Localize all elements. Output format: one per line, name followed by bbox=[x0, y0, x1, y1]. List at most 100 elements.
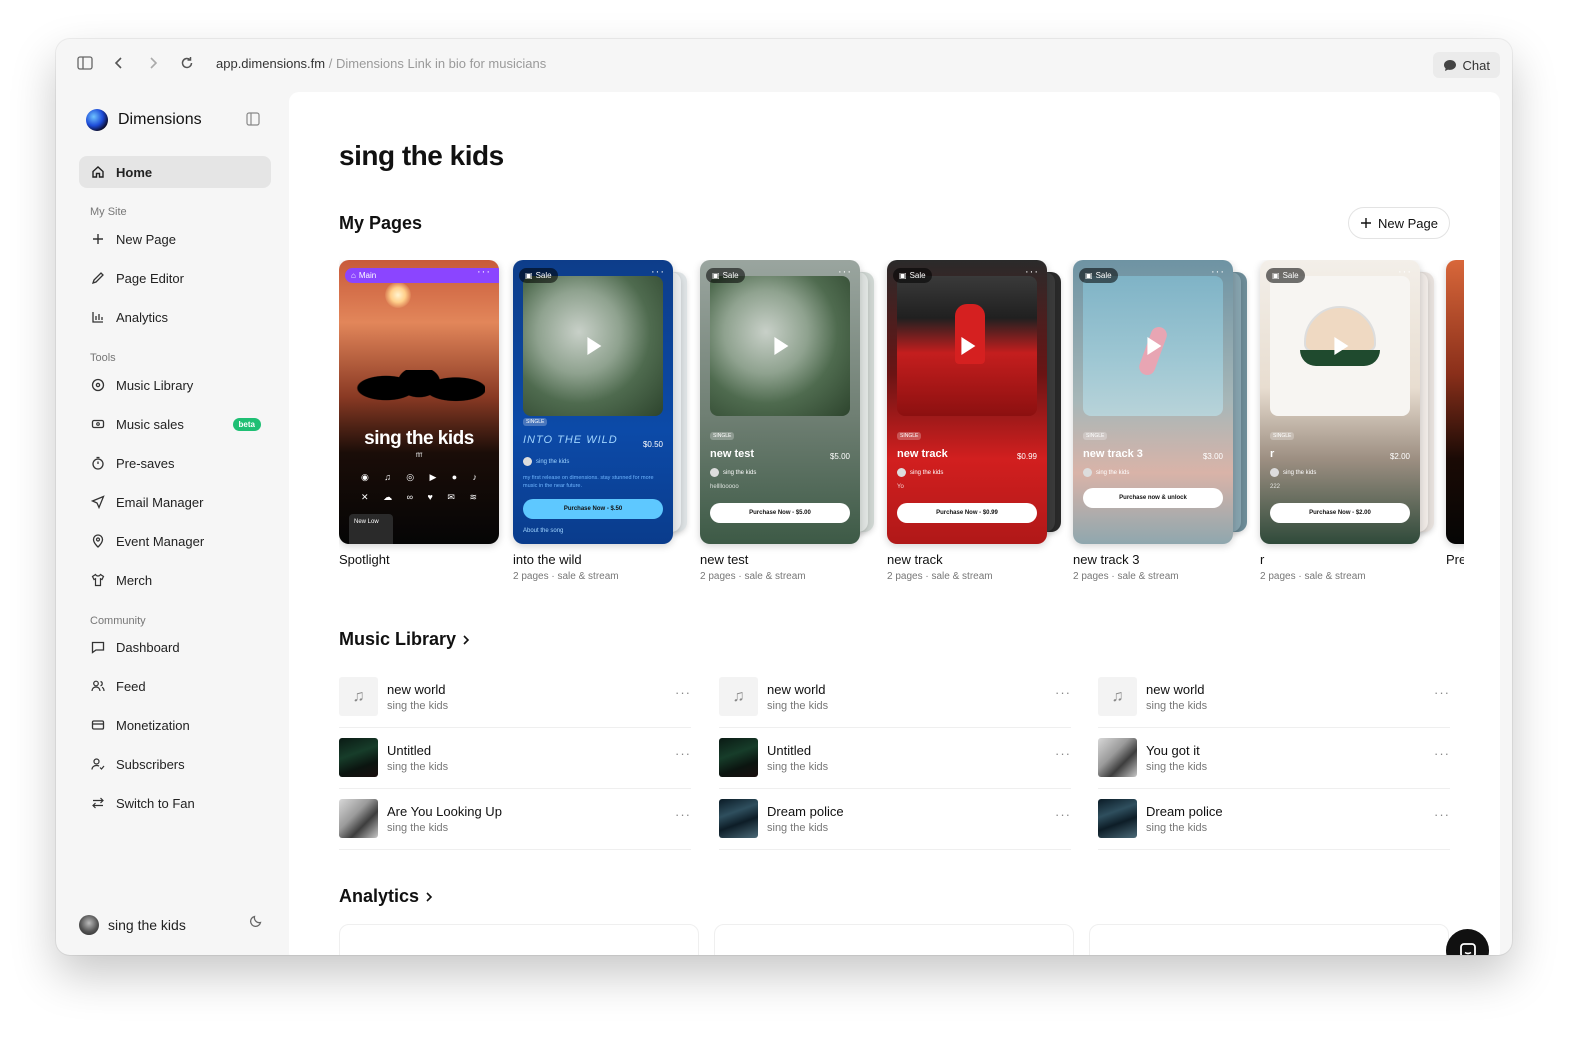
more-icon[interactable]: ··· bbox=[1434, 746, 1450, 761]
sidebar-item-music-library[interactable]: Music Library bbox=[79, 369, 271, 401]
page-card-meta: 2 pages · sale & stream bbox=[887, 571, 993, 582]
sidebar-item-subscribers[interactable]: Subscribers bbox=[79, 748, 271, 780]
sidebar-item-new-page[interactable]: New Page bbox=[79, 223, 271, 255]
audio-icon: ≋ bbox=[469, 492, 477, 502]
track-title: Untitled bbox=[767, 743, 812, 758]
reload-icon[interactable] bbox=[176, 52, 198, 74]
purchase-button[interactable]: Purchase Now - $2.00 bbox=[1270, 503, 1410, 523]
more-icon[interactable]: ··· bbox=[1055, 685, 1071, 700]
sidebar-toggle-icon[interactable] bbox=[74, 52, 96, 74]
list-item[interactable]: Dream police sing the kids ··· bbox=[719, 789, 1071, 850]
forward-icon[interactable] bbox=[142, 52, 164, 74]
collapse-sidebar-icon[interactable] bbox=[246, 112, 260, 131]
moon-icon[interactable] bbox=[249, 914, 263, 933]
sidebar-item-label: Merch bbox=[116, 572, 153, 588]
chat-bubble-icon bbox=[1443, 59, 1456, 71]
avatar bbox=[1270, 468, 1279, 477]
player-figure bbox=[955, 304, 985, 364]
release-description: Yo bbox=[897, 484, 904, 490]
social-icons-row-1: ◉ ♫ ◎ ▶ ● ♪ bbox=[361, 472, 477, 483]
analytics-heading[interactable]: Analytics bbox=[339, 886, 433, 907]
sidebar-item-merch[interactable]: Merch bbox=[79, 564, 271, 596]
page-card-meta: 2 pages · sale & stream bbox=[1260, 571, 1366, 582]
timer-icon bbox=[92, 456, 104, 470]
back-icon[interactable] bbox=[108, 52, 130, 74]
list-item[interactable]: ♫ new world sing the kids ··· bbox=[719, 667, 1071, 728]
more-icon[interactable]: ··· bbox=[675, 746, 691, 761]
list-item[interactable]: Dream police sing the kids ··· bbox=[1098, 789, 1450, 850]
address-bar[interactable]: app.dimensions.fm / Dimensions Link in b… bbox=[216, 56, 546, 71]
sidebar-item-switch-to-fan[interactable]: Switch to Fan bbox=[79, 787, 271, 819]
about-song-link[interactable]: About the song bbox=[523, 528, 563, 534]
chat-button[interactable]: Chat bbox=[1432, 52, 1500, 78]
brand[interactable]: Dimensions bbox=[86, 109, 202, 131]
more-icon[interactable]: ··· bbox=[1398, 266, 1412, 278]
more-icon[interactable]: ··· bbox=[675, 807, 691, 822]
play-icon[interactable] bbox=[961, 337, 976, 355]
purchase-button[interactable]: Purchase now & unlock bbox=[1083, 488, 1223, 508]
more-icon[interactable]: ··· bbox=[1434, 685, 1450, 700]
track-artwork bbox=[339, 738, 378, 777]
single-label: SINGLE bbox=[897, 432, 922, 440]
avatar bbox=[523, 457, 532, 466]
analytics-card[interactable] bbox=[714, 924, 1074, 955]
sidebar-item-page-editor[interactable]: Page Editor bbox=[79, 262, 271, 294]
shirt-icon bbox=[91, 573, 105, 587]
sidebar-item-monetization[interactable]: Monetization bbox=[79, 709, 271, 741]
more-icon[interactable]: ··· bbox=[838, 266, 852, 278]
list-item[interactable]: Are You Looking Up sing the kids ··· bbox=[339, 789, 691, 850]
sidebar-item-pre-saves[interactable]: Pre-saves bbox=[79, 447, 271, 479]
list-item[interactable]: Untitled sing the kids ··· bbox=[339, 728, 691, 789]
disc-icon bbox=[91, 378, 105, 392]
play-icon[interactable] bbox=[774, 337, 789, 355]
new-page-button[interactable]: New Page bbox=[1348, 207, 1450, 239]
release-artist: sing the kids bbox=[710, 468, 756, 477]
release-price: $3.00 bbox=[1202, 452, 1223, 461]
profile-button[interactable]: sing the kids bbox=[79, 915, 186, 935]
purchase-button[interactable]: Purchase Now - $0.99 bbox=[897, 503, 1037, 523]
sidebar-item-home[interactable]: Home bbox=[79, 156, 271, 188]
track-title: Dream police bbox=[767, 804, 844, 819]
more-icon[interactable]: ··· bbox=[1055, 807, 1071, 822]
play-icon[interactable] bbox=[1147, 337, 1162, 355]
browser-window: app.dimensions.fm / Dimensions Link in b… bbox=[56, 39, 1512, 955]
more-icon[interactable]: ··· bbox=[651, 266, 665, 278]
band-silhouette bbox=[353, 370, 485, 430]
track-artist: sing the kids bbox=[1146, 822, 1208, 834]
sidebar-item-dashboard[interactable]: Dashboard bbox=[79, 631, 271, 663]
url-host: app.dimensions.fm bbox=[216, 55, 326, 71]
play-icon[interactable] bbox=[1334, 337, 1349, 355]
page-card-meta: 2 pages · sale & stream bbox=[513, 571, 619, 582]
sidebar-item-event-manager[interactable]: Event Manager bbox=[79, 525, 271, 557]
list-item[interactable]: Untitled sing the kids ··· bbox=[719, 728, 1071, 789]
track-artwork bbox=[339, 799, 378, 838]
more-icon[interactable]: ··· bbox=[1211, 266, 1225, 278]
list-item[interactable]: You got it sing the kids ··· bbox=[1098, 728, 1450, 789]
pencil-icon bbox=[91, 272, 104, 285]
more-icon[interactable]: ··· bbox=[477, 266, 491, 278]
more-icon[interactable]: ··· bbox=[1055, 746, 1071, 761]
play-icon[interactable] bbox=[587, 337, 602, 355]
sidebar-item-music-sales[interactable]: Music sales beta bbox=[79, 408, 271, 440]
main-badge: ⌂ Main bbox=[345, 268, 499, 283]
sidebar-item-label: Dashboard bbox=[116, 639, 180, 655]
track-artist: sing the kids bbox=[767, 822, 829, 834]
analytics-card[interactable] bbox=[1089, 924, 1449, 955]
instagram-icon: ◎ bbox=[406, 472, 415, 482]
more-icon[interactable]: ··· bbox=[1025, 266, 1039, 278]
sidebar-item-analytics[interactable]: Analytics bbox=[79, 301, 271, 333]
analytics-card[interactable] bbox=[339, 924, 699, 955]
purchase-button[interactable]: Purchase Now - $.50 bbox=[523, 499, 663, 519]
youtube-icon: ▶ bbox=[429, 472, 437, 482]
music-library-heading[interactable]: Music Library bbox=[339, 629, 470, 650]
list-item[interactable]: ♫ new world sing the kids ··· bbox=[1098, 667, 1450, 728]
release-name: r bbox=[1270, 448, 1275, 460]
sidebar-item-email-manager[interactable]: Email Manager bbox=[79, 486, 271, 518]
list-item[interactable]: ♫ new world sing the kids ··· bbox=[339, 667, 691, 728]
more-icon[interactable]: ··· bbox=[675, 685, 691, 700]
page-card-title: new track bbox=[887, 552, 943, 567]
purchase-button[interactable]: Purchase Now - $5.00 bbox=[710, 503, 850, 523]
sidebar-item-feed[interactable]: Feed bbox=[79, 670, 271, 702]
page-preview: ▣ Sale ··· SINGLE r $2.00 sing the kids 2… bbox=[1260, 260, 1420, 544]
more-icon[interactable]: ··· bbox=[1434, 807, 1450, 822]
